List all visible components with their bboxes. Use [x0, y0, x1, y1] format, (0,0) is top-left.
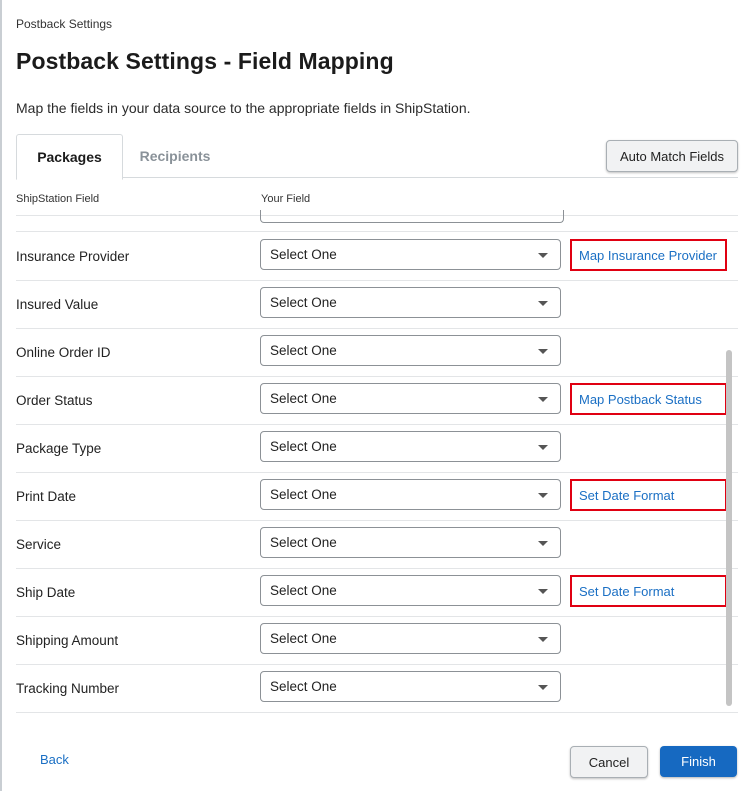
select-value: Select One [270, 391, 337, 406]
column-header-your-field: Your Field [261, 193, 311, 205]
field-select[interactable]: Select One [260, 239, 561, 270]
mapping-row: Service Select One [16, 520, 738, 569]
select-value: Select One [270, 535, 337, 550]
map-insurance-provider-link[interactable]: Map Insurance Provider [570, 239, 727, 271]
field-select[interactable]: Select One [260, 287, 561, 318]
cancel-button[interactable]: Cancel [570, 746, 648, 778]
select-value: Select One [270, 295, 337, 310]
caret-down-icon [538, 397, 548, 402]
caret-down-icon [538, 349, 548, 354]
mapping-row: Insurance Provider Select One Map Insura… [16, 232, 738, 281]
field-label: Insured Value [16, 296, 99, 312]
scrollbar-thumb[interactable] [726, 350, 732, 706]
mapping-row: Insured Value Select One [16, 280, 738, 329]
field-label: Tracking Number [16, 680, 120, 696]
mapping-row: Ship Date Select One Set Date Format [16, 568, 738, 617]
field-select[interactable]: Select One [260, 335, 561, 366]
select-value: Select One [270, 439, 337, 454]
field-label: Order Status [16, 392, 93, 408]
tab-recipients[interactable]: Recipients [122, 134, 228, 178]
select-value: Select One [270, 679, 337, 694]
tab-packages[interactable]: Packages [16, 134, 123, 180]
mapping-row: Tracking Number Select One [16, 664, 738, 713]
set-date-format-link[interactable]: Set Date Format [570, 575, 727, 607]
select-value: Select One [270, 487, 337, 502]
caret-down-icon [538, 301, 548, 306]
caret-down-icon [538, 637, 548, 642]
auto-match-fields-button[interactable]: Auto Match Fields [606, 140, 738, 172]
caret-down-icon [538, 685, 548, 690]
field-select[interactable]: Select One [260, 383, 561, 414]
field-label: Service [16, 536, 62, 552]
field-label: Insurance Provider [16, 248, 130, 264]
field-label: Package Type [16, 440, 102, 456]
field-select[interactable]: Select One [260, 527, 561, 558]
field-select[interactable]: Select One [260, 431, 561, 462]
mapping-row: Online Order ID Select One [16, 328, 738, 377]
field-label: Shipping Amount [16, 632, 119, 648]
caret-down-icon [538, 541, 548, 546]
field-select[interactable]: Select One [260, 623, 561, 654]
mapping-row: Shipping Amount Select One [16, 616, 738, 665]
mapping-row: Order Status Select One Map Postback Sta… [16, 376, 738, 425]
back-link[interactable]: Back [40, 752, 69, 767]
select-value: Select One [270, 583, 337, 598]
field-select[interactable]: Select One [260, 671, 561, 702]
caret-down-icon [538, 253, 548, 258]
page-description: Map the fields in your data source to th… [16, 100, 471, 116]
tab-divider [16, 177, 738, 178]
field-label: Print Date [16, 488, 77, 504]
mapping-row: Print Date Select One Set Date Format [16, 472, 738, 521]
select-value: Select One [270, 631, 337, 646]
set-date-format-link[interactable]: Set Date Format [570, 479, 727, 511]
left-edge-divider [0, 0, 2, 791]
caret-down-icon [538, 493, 548, 498]
caret-down-icon [538, 589, 548, 594]
field-select[interactable]: Select One [260, 479, 561, 510]
field-label: Online Order ID [16, 344, 111, 360]
mapping-row: Package Type Select One [16, 424, 738, 473]
column-header-shipstation-field: ShipStation Field [16, 193, 100, 205]
caret-down-icon [538, 445, 548, 450]
field-label: Ship Date [16, 584, 76, 600]
page-title: Postback Settings - Field Mapping [16, 48, 394, 74]
field-select[interactable]: Select One [260, 575, 561, 606]
partial-select-scrolled[interactable] [260, 210, 564, 223]
select-value: Select One [270, 343, 337, 358]
finish-button[interactable]: Finish [660, 746, 737, 777]
breadcrumb: Postback Settings [16, 17, 113, 31]
map-postback-status-link[interactable]: Map Postback Status [570, 383, 727, 415]
select-value: Select One [270, 247, 337, 262]
